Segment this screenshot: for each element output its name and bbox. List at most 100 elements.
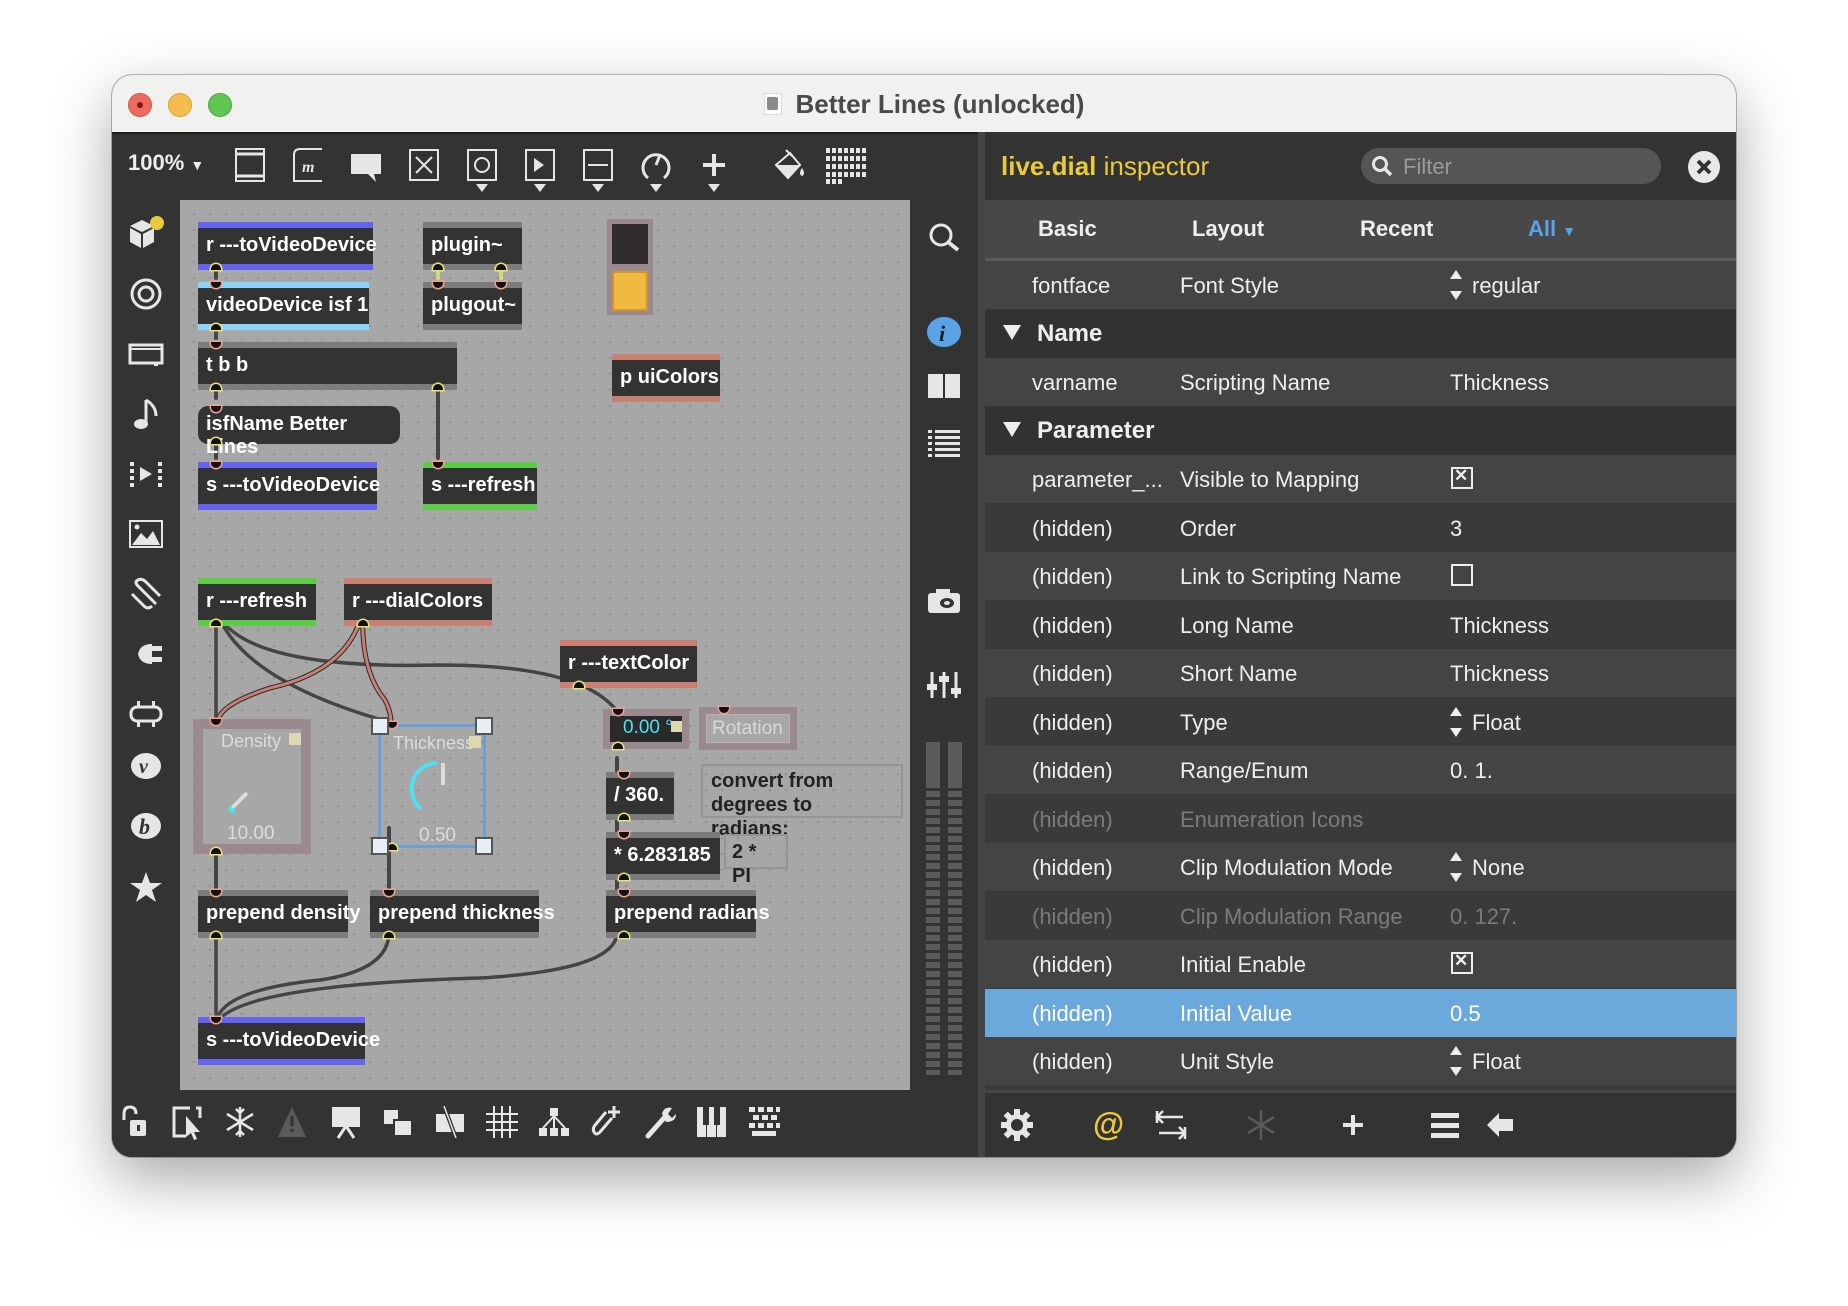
tab-basic[interactable]: Basic (1038, 216, 1097, 242)
inspector-row[interactable]: (hidden) Range/Enum 0. 1. (985, 746, 1736, 794)
object-prepend-thickness[interactable]: prepend thickness (370, 890, 555, 938)
object-multiply-2pi[interactable]: * 6.283185 (606, 832, 720, 880)
inspector-row[interactable]: (hidden) Initial Enable (985, 940, 1736, 988)
inspector-row[interactable]: (hidden) Unit Style Float (985, 1037, 1736, 1085)
media-icon[interactable] (126, 454, 166, 494)
attribute-value[interactable]: Thickness (1450, 613, 1549, 639)
attribute-value[interactable]: 0. 1. (1450, 758, 1493, 784)
keyboard-icon[interactable] (746, 1104, 782, 1140)
star-icon[interactable] (126, 868, 166, 908)
add-icon[interactable] (1335, 1107, 1371, 1143)
outlet[interactable] (619, 932, 629, 938)
hierarchy-icon[interactable] (536, 1104, 572, 1140)
gear-icon[interactable] (999, 1107, 1035, 1143)
outlet[interactable] (211, 384, 221, 390)
back-arrow-icon[interactable] (1483, 1107, 1519, 1143)
attribute-value[interactable]: None (1472, 855, 1525, 881)
info-icon[interactable]: i (924, 312, 964, 352)
resize-handle[interactable] (475, 837, 493, 855)
layers-icon[interactable] (380, 1104, 416, 1140)
outlet[interactable] (613, 743, 623, 749)
object-r-toVideoDevice[interactable]: r ---toVideoDevice (198, 222, 377, 270)
paperclip-icon[interactable] (126, 574, 166, 614)
inspector-row[interactable]: (hidden) Long Name Thickness (985, 600, 1736, 649)
button-icon[interactable] (464, 146, 500, 184)
resize-handle[interactable] (475, 717, 493, 735)
attribute-value[interactable]: 3 (1450, 516, 1462, 542)
wrench-icon[interactable] (642, 1104, 678, 1140)
object-r-dialColors[interactable]: r ---dialColors (344, 578, 492, 626)
inspector-section-name[interactable]: Name (985, 309, 1736, 358)
b-icon[interactable]: b (126, 806, 166, 846)
attribute-value[interactable]: Float (1472, 710, 1521, 736)
tab-all[interactable]: All ▼ (1528, 216, 1576, 242)
freeze-icon[interactable] (222, 1104, 258, 1140)
inspector-row[interactable]: (hidden) Enumeration Icons (985, 794, 1736, 843)
stepper-arrows-icon[interactable] (1450, 852, 1462, 882)
resize-handle[interactable] (371, 837, 389, 855)
inspector-row[interactable]: (hidden) Link to Scripting Name (985, 552, 1736, 600)
dial-thickness[interactable]: Thickness 0.50 (371, 717, 493, 855)
add-icon[interactable] (696, 146, 732, 184)
numbox-rotation[interactable]: 0.00 ° (603, 709, 689, 749)
comment-convert[interactable]: convert from degrees to radians: (701, 764, 903, 840)
outlet[interactable] (496, 264, 506, 270)
target-icon[interactable] (126, 274, 166, 314)
split-view-icon[interactable] (924, 366, 964, 406)
tab-recent[interactable]: Recent (1360, 216, 1433, 242)
image-icon[interactable] (126, 514, 166, 554)
dial-menu-arrow[interactable] (650, 184, 662, 192)
message-box-icon[interactable]: m (290, 146, 326, 184)
attribute-value[interactable]: Thickness (1450, 661, 1549, 687)
inspector-row[interactable]: parameter_... Visible to Mapping (985, 455, 1736, 503)
align-arrows-icon[interactable] (1153, 1107, 1189, 1143)
zoom-dropdown[interactable]: 100% ▼ (128, 150, 204, 176)
dial-density[interactable]: Density 10.00 (193, 719, 311, 854)
at-icon[interactable]: @ (1091, 1107, 1127, 1143)
list-icon[interactable] (924, 422, 964, 462)
outlet[interactable] (574, 682, 584, 688)
comment-icon[interactable] (348, 146, 384, 184)
stepper-arrows-icon[interactable] (1450, 706, 1462, 737)
object-plugout[interactable]: plugout~ (423, 282, 522, 330)
paint-bucket-icon[interactable] (772, 146, 808, 184)
outlet[interactable] (619, 814, 629, 820)
music-note-icon[interactable] (126, 394, 166, 434)
v-icon[interactable]: v (126, 746, 166, 786)
comment-two-pi[interactable]: 2 * PI (724, 834, 788, 887)
snowflake-icon[interactable] (1243, 1107, 1279, 1143)
search-icon[interactable] (924, 218, 964, 258)
add-attachment-icon[interactable] (588, 1104, 624, 1140)
menu-icon[interactable] (1427, 1107, 1463, 1143)
disclosure-triangle-icon[interactable] (1003, 421, 1021, 437)
color-swatch-dark[interactable] (612, 224, 648, 264)
inlet[interactable] (211, 406, 221, 412)
unlock-icon[interactable] (118, 1104, 154, 1140)
hide-icon[interactable] (432, 1104, 468, 1140)
outlet[interactable] (211, 932, 221, 938)
attribute-value[interactable]: Thickness (1450, 370, 1549, 396)
inlet[interactable] (211, 719, 221, 725)
attribute-value[interactable]: Float (1472, 1049, 1521, 1075)
warning-icon[interactable] (274, 1104, 310, 1140)
slider-menu-arrow[interactable] (592, 184, 604, 192)
outlet[interactable] (433, 384, 443, 390)
stepper-arrows-icon[interactable] (1450, 270, 1462, 300)
filter-input[interactable] (1401, 152, 1655, 182)
inspector-row[interactable]: varname Scripting Name Thickness (985, 358, 1736, 406)
object-plugin[interactable]: plugin~ (423, 222, 522, 270)
piano-icon[interactable] (694, 1104, 730, 1140)
connector-icon[interactable] (126, 694, 166, 734)
packages-icon[interactable] (126, 214, 166, 254)
inspector-row[interactable]: (hidden) Short Name Thickness (985, 649, 1736, 697)
filter-field[interactable] (1361, 148, 1661, 184)
patcher-canvas[interactable]: r ---toVideoDevice videoDevice isf 1 t b… (180, 200, 910, 1090)
playbar-icon[interactable] (522, 146, 558, 184)
attribute-checkbox[interactable] (1451, 466, 1473, 489)
outlet[interactable] (433, 264, 443, 270)
outlet[interactable] (358, 620, 368, 626)
close-inspector-button[interactable] (1688, 151, 1720, 183)
tab-layout[interactable]: Layout (1192, 216, 1264, 242)
resize-handle[interactable] (371, 717, 389, 735)
label-rotation[interactable]: Rotation (699, 707, 797, 750)
